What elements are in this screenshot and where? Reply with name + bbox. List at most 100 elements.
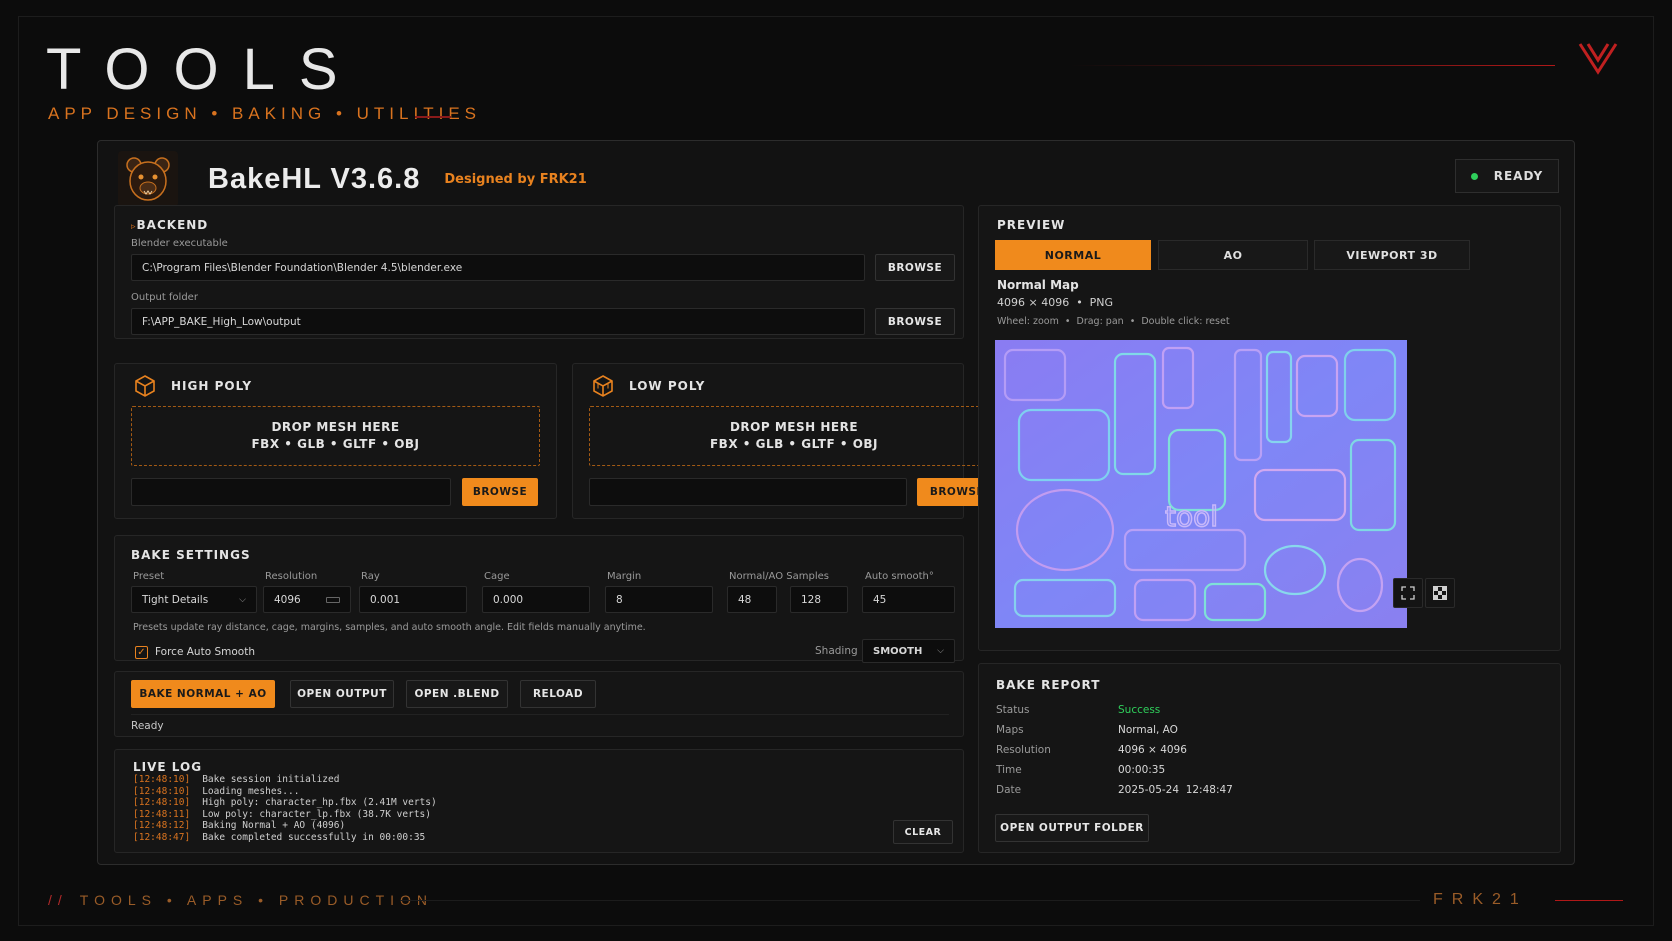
action-status: Ready — [131, 720, 164, 732]
low-poly-dropzone[interactable]: DROP MESH HERE FBX • GLB • GLTF • OBJ — [589, 406, 999, 466]
tab-ao[interactable]: AO — [1158, 240, 1308, 270]
bake-report-panel: BAKE REPORT Status Success Maps Normal, … — [978, 663, 1561, 853]
normal-samples-input[interactable]: 48 — [727, 586, 777, 613]
reload-button[interactable]: RELOAD — [520, 680, 596, 708]
log-message: Bake completed successfully in 00:00:35 — [202, 831, 426, 843]
tab-viewport-3d[interactable]: VIEWPORT 3D — [1314, 240, 1470, 270]
preset-label: Preset — [133, 571, 165, 582]
status-dot-icon — [1470, 172, 1478, 180]
designed-by: Designed by FRK21 — [444, 171, 587, 187]
shading-select[interactable]: SMOOTH ⌵ — [862, 639, 955, 663]
log-line: [12:48:11] Low poly: character_lp.fbx (38… — [133, 809, 437, 821]
browse-blender-button[interactable]: BROWSE — [875, 254, 955, 281]
footer-divider — [400, 900, 1420, 901]
margin-input[interactable]: 8 — [605, 586, 713, 613]
browse-output-button[interactable]: BROWSE — [875, 308, 955, 335]
brand-logo-icon — [1578, 43, 1618, 75]
log-timestamp: [12:48:12] — [133, 820, 191, 831]
bear-logo-icon — [126, 157, 170, 201]
log-message: Loading meshes... — [202, 785, 300, 797]
normal-map-image[interactable]: tool — [995, 340, 1407, 628]
actions-divider — [131, 714, 949, 715]
preview-title: PREVIEW — [997, 218, 1066, 232]
cube-icon — [593, 375, 613, 397]
output-path-input[interactable]: F:\APP_BAKE_High_Low\output — [131, 308, 865, 335]
high-poly-path-input[interactable] — [131, 478, 451, 506]
status-badge: READY — [1455, 159, 1559, 193]
hero-title: TOOLS — [46, 37, 362, 102]
controls-hint: Wheel: zoom • Drag: pan • Double click: … — [997, 316, 1230, 327]
drop-formats: FBX • GLB • GLTF • OBJ — [251, 437, 420, 451]
ray-input[interactable]: 0.001 — [359, 586, 467, 613]
log-message: Baking Normal + AO (4096) — [202, 820, 346, 831]
log-timestamp: [12:48:10] — [133, 797, 191, 808]
open-output-folder-button[interactable]: OPEN OUTPUT FOLDER — [995, 814, 1149, 842]
cage-label: Cage — [484, 571, 510, 582]
log-message: Low poly: character_lp.fbx (38.7K verts) — [202, 808, 431, 820]
log-timestamp: [12:48:11] — [133, 808, 191, 820]
open-output-button[interactable]: OPEN OUTPUT — [290, 680, 394, 708]
live-log-title: LIVE LOG — [133, 760, 203, 774]
bake-settings-title: BAKE SETTINGS — [131, 548, 251, 562]
preset-select[interactable]: Tight Details ⌵ — [131, 586, 257, 613]
log-line: [12:48:47] Bake completed successfully in… — [133, 832, 437, 844]
presets-hint: Presets update ray distance, cage, margi… — [133, 622, 646, 633]
footer-accent-line — [1555, 900, 1623, 901]
log-line: [12:48:10] High poly: character_hp.fbx (2… — [133, 797, 437, 809]
log-output: [12:48:10] Bake session initialized [12:48… — [133, 774, 437, 843]
output-label: Output folder — [131, 292, 198, 303]
auto-smooth-label: Auto smooth° — [865, 571, 934, 582]
status-text: READY — [1493, 169, 1544, 183]
high-poly-browse-button[interactable]: BROWSE — [462, 478, 538, 506]
bake-settings-panel: BAKE SETTINGS Preset Resolution Ray Cage… — [114, 535, 964, 663]
log-message: Bake session initialized — [202, 774, 340, 785]
blender-path-input[interactable]: C:\Program Files\Blender Foundation\Blen… — [131, 254, 865, 281]
cage-input[interactable]: 0.000 — [482, 586, 590, 613]
tab-normal[interactable]: NORMAL — [995, 240, 1151, 270]
header-divider — [1070, 65, 1555, 66]
high-poly-panel: HIGH POLY DROP MESH HERE FBX • GLB • GLT… — [114, 363, 557, 519]
backend-panel: ▹BACKEND Blender executable C:\Program F… — [114, 205, 964, 339]
clear-log-button[interactable]: CLEAR — [893, 820, 953, 844]
log-line: [12:48:10] Bake session initialized — [133, 774, 437, 786]
shading-label: Shading — [815, 645, 858, 657]
bake-button[interactable]: BAKE NORMAL + AO — [131, 680, 275, 708]
preview-panel: PREVIEW NORMAL AO VIEWPORT 3D Normal Map… — [978, 205, 1561, 651]
drop-text: DROP MESH HERE — [271, 420, 400, 434]
log-timestamp: [12:48:47] — [133, 831, 191, 843]
chevron-down-icon: ⌵ — [937, 646, 944, 656]
checkmark-icon: ✓ — [137, 646, 146, 658]
hero-subtitle: APP DESIGN • BAKING • UTILITIES — [48, 104, 481, 123]
live-log-panel: LIVE LOG [12:48:10] Bake session initiali… — [114, 749, 964, 853]
log-line: [12:48:12] Baking Normal + AO (4096) — [133, 820, 437, 832]
preset-value: Tight Details — [142, 593, 209, 606]
resolution-value: 4096 — [274, 593, 301, 606]
resolution-label: Resolution — [265, 571, 318, 582]
auto-smooth-input[interactable]: 45 — [862, 586, 955, 613]
footer-brand: FRK21 — [1433, 891, 1528, 908]
open-blend-button[interactable]: OPEN .BLEND — [406, 680, 508, 708]
force-auto-smooth-label: Force Auto Smooth — [155, 646, 255, 658]
cube-icon — [135, 375, 155, 397]
log-timestamp: [12:48:10] — [133, 785, 191, 797]
checker-toggle-button[interactable] — [1425, 578, 1455, 608]
drop-formats: FBX • GLB • GLTF • OBJ — [709, 437, 879, 451]
footer-tagline: //TOOLS • APPS • PRODUCTION — [48, 892, 434, 908]
low-poly-panel: LOW POLY DROP MESH HERE FBX • GLB • GLTF… — [572, 363, 999, 519]
app-window: BakeHL V3.6.8 Designed by FRK21 READY ▹B… — [97, 140, 1575, 865]
blender-label: Blender executable — [131, 238, 228, 249]
low-poly-path-input[interactable] — [589, 478, 907, 506]
map-info: 4096 × 4096 • PNG — [997, 296, 1114, 309]
high-poly-dropzone[interactable]: DROP MESH HERE FBX • GLB • GLTF • OBJ — [131, 406, 540, 466]
fullscreen-button[interactable] — [1393, 578, 1423, 608]
app-header: BakeHL V3.6.8 Designed by FRK21 — [118, 151, 587, 207]
ray-label: Ray — [361, 571, 380, 582]
app-title: BakeHL V3.6.8 — [208, 162, 421, 195]
status-value: Success — [1118, 704, 1161, 716]
ao-samples-input[interactable]: 128 — [790, 586, 848, 613]
log-line: [12:48:10] Loading meshes... — [133, 786, 437, 798]
low-poly-title: LOW POLY — [629, 379, 706, 393]
resolution-select[interactable]: 4096 — [263, 586, 351, 613]
shading-value: SMOOTH — [873, 645, 923, 657]
force-auto-smooth-checkbox[interactable]: ✓ — [135, 646, 148, 659]
